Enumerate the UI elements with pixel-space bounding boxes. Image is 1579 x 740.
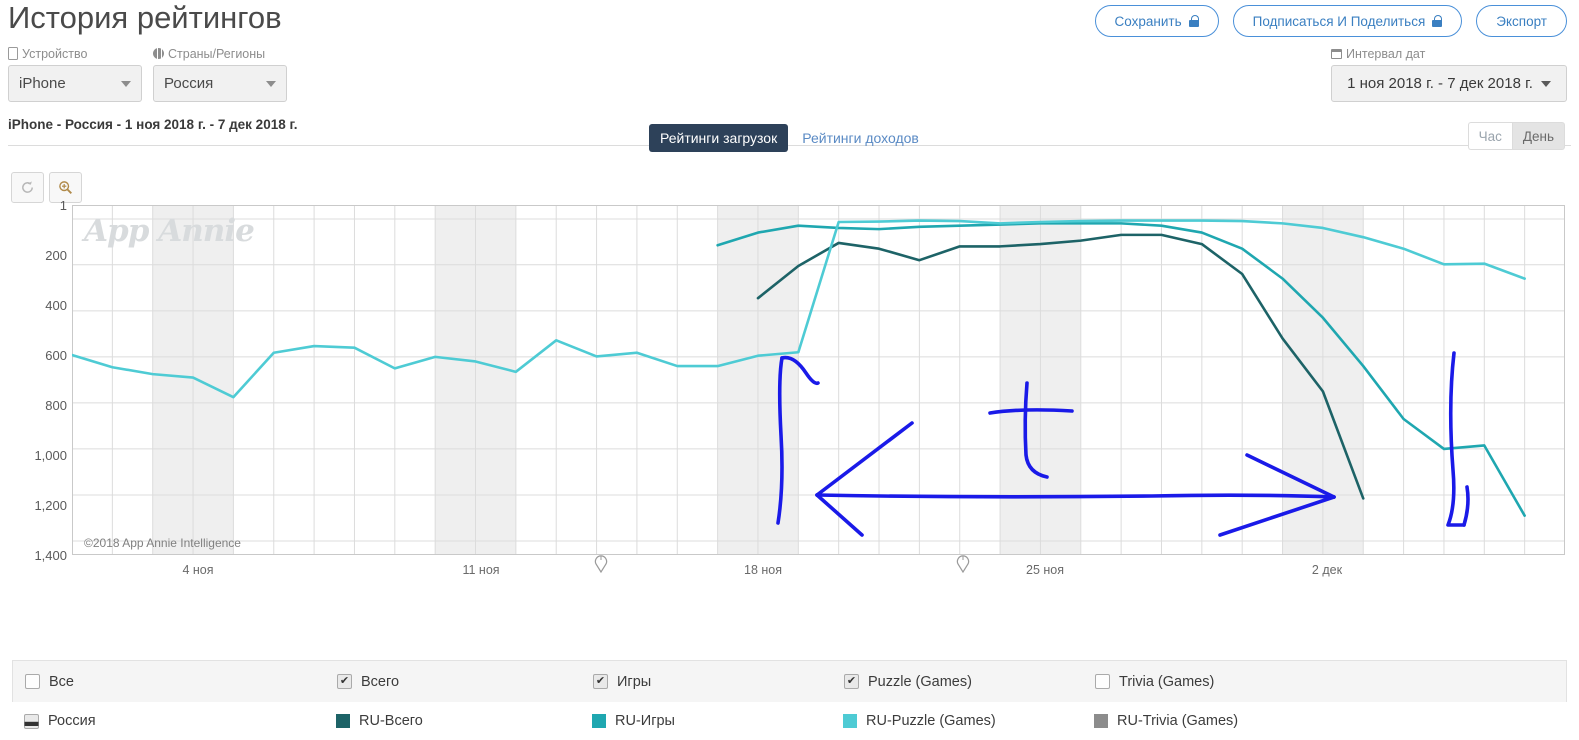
y-tick-label: 1,400 xyxy=(34,548,67,563)
page-title: История рейтингов xyxy=(8,0,282,35)
x-tick-label: 18 ноя xyxy=(743,563,783,577)
legend-category-total[interactable]: ✔ Всего xyxy=(337,674,593,690)
export-button-label: Экспорт xyxy=(1496,13,1547,29)
country-selector-label: Страны/Регионы xyxy=(153,46,287,61)
chart-legend: Все ✔ Всего ✔ Игры ✔ Puzzle (Games) Triv… xyxy=(12,660,1567,730)
device-dropdown[interactable]: iPhone xyxy=(8,65,142,102)
y-tick-label: 1 xyxy=(59,198,67,213)
country-dropdown-value: Россия xyxy=(164,75,214,92)
x-tick-label: 2 дек xyxy=(1311,563,1343,577)
device-selector-label: Устройство xyxy=(8,46,142,61)
y-tick-label: 400 xyxy=(45,298,67,313)
range-handle-left[interactable] xyxy=(592,551,610,573)
x-tick-label: 25 ноя xyxy=(1025,563,1065,577)
chart-area: 1 200 400 600 800 1,000 1,200 1,400 4 но… xyxy=(0,167,1579,597)
page-header: История рейтингов Сохранить Подписаться … xyxy=(0,0,1579,146)
legend-label: Россия xyxy=(48,713,96,729)
device-selector-group: Устройство iPhone xyxy=(8,46,142,102)
subscribe-share-button-label: Подписаться И Поделиться xyxy=(1252,13,1426,29)
checkbox-games[interactable]: ✔ xyxy=(593,674,608,689)
chart-tabs: Рейтинги загрузок Рейтинги доходов xyxy=(649,124,921,152)
legend-label: Все xyxy=(49,673,74,690)
filter-selectors: Устройство iPhone Страны/Регионы Россия xyxy=(8,46,287,102)
granularity-hour[interactable]: Час xyxy=(1467,122,1512,150)
checkbox-all[interactable] xyxy=(25,674,40,689)
date-range-label: Интервал дат xyxy=(1331,46,1425,61)
country-label-text: Страны/Регионы xyxy=(168,46,266,61)
legend-label: Trivia (Games) xyxy=(1119,673,1215,690)
legend-series-ru-total[interactable]: RU-Всего xyxy=(336,713,592,729)
export-button[interactable]: Экспорт xyxy=(1476,5,1567,37)
range-handle-right[interactable] xyxy=(954,551,972,573)
legend-label: Всего xyxy=(361,673,400,690)
save-button[interactable]: Сохранить xyxy=(1094,5,1219,37)
granularity-day[interactable]: День xyxy=(1511,122,1565,150)
reset-icon xyxy=(22,181,33,193)
lock-icon xyxy=(1188,15,1199,27)
tab-bar: Рейтинги загрузок Рейтинги доходов Час Д… xyxy=(0,112,1579,167)
checkbox-russia-partial[interactable]: ▬ xyxy=(24,713,39,729)
checkbox-trivia[interactable] xyxy=(1095,674,1110,689)
date-range-dropdown[interactable]: 1 ноя 2018 г. - 7 дек 2018 г. xyxy=(1331,65,1567,102)
date-range-group: Интервал дат 1 ноя 2018 г. - 7 дек 2018 … xyxy=(1331,46,1567,102)
legend-label: Игры xyxy=(617,673,652,690)
swatch-ru-total xyxy=(336,714,350,728)
legend-series-ru-trivia[interactable]: RU-Trivia (Games) xyxy=(1094,713,1345,729)
y-tick-label: 800 xyxy=(45,398,67,413)
copyright-text: ©2018 App Annie Intelligence xyxy=(84,536,241,550)
chevron-down-icon xyxy=(1540,80,1551,87)
legend-label: RU-Puzzle (Games) xyxy=(866,713,996,729)
legend-country-russia[interactable]: ▬ Россия xyxy=(12,713,336,729)
legend-category-puzzle[interactable]: ✔ Puzzle (Games) xyxy=(844,674,1095,690)
chevron-down-icon xyxy=(121,80,131,87)
device-icon xyxy=(8,47,18,60)
legend-category-trivia[interactable]: Trivia (Games) xyxy=(1095,674,1346,690)
checkbox-total[interactable]: ✔ xyxy=(337,674,352,689)
hand-drawn-annotation xyxy=(776,351,1470,537)
tab-download-ranks[interactable]: Рейтинги загрузок xyxy=(649,124,789,152)
checkbox-puzzle[interactable]: ✔ xyxy=(844,674,859,689)
legend-series-ru-puzzle[interactable]: RU-Puzzle (Games) xyxy=(843,713,1094,729)
granularity-toggle: Час День xyxy=(1467,122,1565,150)
tab-revenue-ranks[interactable]: Рейтинги доходов xyxy=(800,124,921,152)
legend-label: RU-Trivia (Games) xyxy=(1117,713,1239,729)
subscribe-share-button[interactable]: Подписаться И Поделиться xyxy=(1232,5,1463,37)
date-range-value: 1 ноя 2018 г. - 7 дек 2018 г. xyxy=(1347,75,1533,92)
legend-series-row: ▬ Россия RU-Всего RU-Игры RU-Puzzle (Gam… xyxy=(12,702,1567,740)
chevron-down-icon xyxy=(266,80,276,87)
ranking-history-page: История рейтингов Сохранить Подписаться … xyxy=(0,0,1579,740)
legend-label: RU-Всего xyxy=(359,713,423,729)
header-actions: Сохранить Подписаться И Поделиться Экспо… xyxy=(1094,5,1567,37)
legend-category-row: Все ✔ Всего ✔ Игры ✔ Puzzle (Games) Triv… xyxy=(12,660,1567,702)
legend-series-ru-games[interactable]: RU-Игры xyxy=(592,713,843,729)
globe-icon xyxy=(153,48,164,59)
swatch-ru-trivia xyxy=(1094,714,1108,728)
watermark: App Annie xyxy=(84,213,255,249)
chart-plot[interactable]: App Annie ©2018 App Annie Intelligence xyxy=(72,205,1565,555)
country-selector-group: Страны/Регионы Россия xyxy=(153,46,287,102)
chart-svg xyxy=(72,205,1565,555)
lock-icon xyxy=(1432,15,1443,27)
y-tick-label: 600 xyxy=(45,348,67,363)
y-tick-label: 1,200 xyxy=(34,498,67,513)
device-label-text: Устройство xyxy=(22,46,88,61)
device-dropdown-value: iPhone xyxy=(19,75,66,92)
x-tick-label: 11 ноя xyxy=(462,563,500,577)
country-dropdown[interactable]: Россия xyxy=(153,65,287,102)
date-range-label-text: Интервал дат xyxy=(1346,46,1426,61)
save-button-label: Сохранить xyxy=(1114,13,1182,29)
legend-label: Puzzle (Games) xyxy=(868,673,972,690)
swatch-ru-games xyxy=(592,714,606,728)
legend-category-all[interactable]: Все xyxy=(13,674,337,690)
y-tick-label: 1,000 xyxy=(34,448,67,463)
y-tick-label: 200 xyxy=(45,248,67,263)
swatch-ru-puzzle xyxy=(843,714,857,728)
zoom-in-icon xyxy=(59,181,72,194)
legend-category-games[interactable]: ✔ Игры xyxy=(593,674,844,690)
legend-label: RU-Игры xyxy=(615,713,675,729)
calendar-icon xyxy=(1331,48,1342,59)
x-tick-label: 4 ноя xyxy=(182,563,214,577)
